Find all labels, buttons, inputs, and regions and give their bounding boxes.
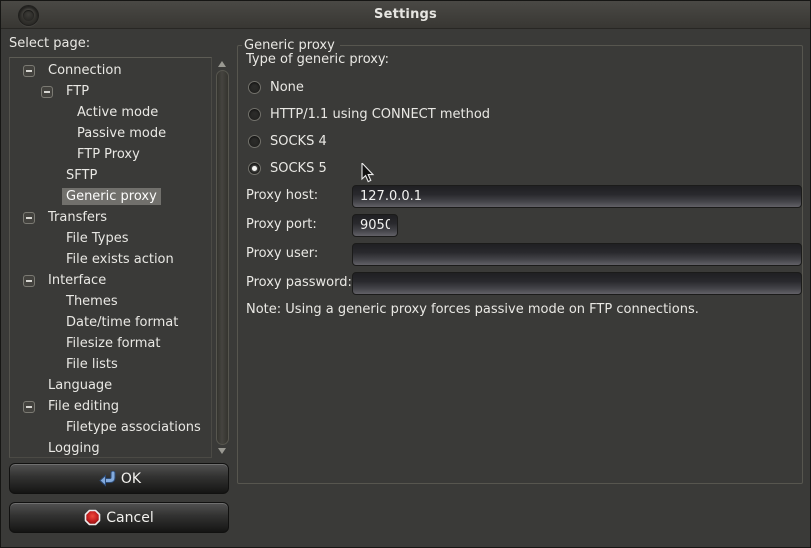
proxy-password-input[interactable] xyxy=(352,272,802,295)
proxy-password-row: Proxy password: xyxy=(238,272,802,295)
tree-item-logging[interactable]: Logging xyxy=(10,438,211,458)
tree-item-active-mode[interactable]: Active mode xyxy=(10,102,211,123)
radio-icon[interactable] xyxy=(248,81,261,94)
select-page-label: Select page: xyxy=(9,36,90,51)
tree-item-datetime-format[interactable]: Date/time format xyxy=(10,312,211,333)
tree-item-sftp[interactable]: SFTP xyxy=(10,165,211,186)
tree-item-file-types[interactable]: File Types xyxy=(10,228,211,249)
generic-proxy-group: Generic proxy Type of generic proxy: Non… xyxy=(237,45,803,484)
settings-window: Settings Select page: Connection FTP Act… xyxy=(0,0,811,548)
tree-item-connection[interactable]: Connection xyxy=(10,60,211,81)
proxy-port-row: Proxy port: xyxy=(238,214,802,237)
proxy-note: Note: Using a generic proxy forces passi… xyxy=(246,302,699,317)
proxy-port-input[interactable] xyxy=(352,214,398,237)
proxy-user-input[interactable] xyxy=(352,243,802,266)
scroll-down-arrow-icon[interactable] xyxy=(218,448,226,454)
tree-item-file-editing[interactable]: File editing xyxy=(10,396,211,417)
radio-socks4[interactable]: SOCKS 4 xyxy=(248,132,327,150)
radio-icon[interactable] xyxy=(248,135,261,148)
proxy-host-row: Proxy host: xyxy=(238,185,802,208)
radio-icon[interactable] xyxy=(248,108,261,121)
proxy-host-label: Proxy host: xyxy=(246,188,318,203)
stop-icon xyxy=(84,509,101,526)
scrollbar-thumb[interactable] xyxy=(216,70,229,445)
ok-button-label: OK xyxy=(121,471,141,487)
titlebar[interactable]: Settings xyxy=(1,1,810,29)
page-tree-container: Connection FTP Active mode Passive mode … xyxy=(9,57,230,458)
page-tree: Connection FTP Active mode Passive mode … xyxy=(9,57,212,458)
tree-item-interface[interactable]: Interface xyxy=(10,270,211,291)
tree-item-ftp[interactable]: FTP xyxy=(10,81,211,102)
cancel-button-label: Cancel xyxy=(106,510,153,526)
radio-label: None xyxy=(270,80,304,95)
cancel-button[interactable]: Cancel xyxy=(9,502,229,533)
collapse-icon[interactable] xyxy=(23,212,35,224)
tree-item-file-exists-action[interactable]: File exists action xyxy=(10,249,211,270)
proxy-user-label: Proxy user: xyxy=(246,246,318,261)
radio-label: SOCKS 5 xyxy=(270,161,327,176)
radio-icon-selected[interactable] xyxy=(248,162,261,175)
radio-none[interactable]: None xyxy=(248,78,304,96)
proxy-host-input[interactable] xyxy=(352,185,802,208)
tree-item-transfers[interactable]: Transfers xyxy=(10,207,211,228)
tree-item-ftp-proxy[interactable]: FTP Proxy xyxy=(10,144,211,165)
tree-item-themes[interactable]: Themes xyxy=(10,291,211,312)
collapse-icon[interactable] xyxy=(23,65,35,77)
tree-item-language[interactable]: Language xyxy=(10,375,211,396)
window-title: Settings xyxy=(1,1,810,29)
tree-item-filesize-format[interactable]: Filesize format xyxy=(10,333,211,354)
tree-item-passive-mode[interactable]: Passive mode xyxy=(10,123,211,144)
tree-scrollbar[interactable] xyxy=(214,57,230,458)
tree-item-file-lists[interactable]: File lists xyxy=(10,354,211,375)
tree-item-generic-proxy[interactable]: Generic proxy xyxy=(10,186,211,207)
tree-item-filetype-associations[interactable]: Filetype associations xyxy=(10,417,211,438)
collapse-icon[interactable] xyxy=(23,275,35,287)
radio-http-connect[interactable]: HTTP/1.1 using CONNECT method xyxy=(248,105,490,123)
proxy-user-row: Proxy user: xyxy=(238,243,802,266)
radio-label: SOCKS 4 xyxy=(270,134,327,149)
collapse-icon[interactable] xyxy=(41,86,53,98)
collapse-icon[interactable] xyxy=(23,401,35,413)
scroll-up-arrow-icon[interactable] xyxy=(218,61,226,67)
ok-button[interactable]: OK xyxy=(9,463,229,494)
radio-label: HTTP/1.1 using CONNECT method xyxy=(270,107,490,122)
proxy-password-label: Proxy password: xyxy=(246,275,352,290)
radio-socks5[interactable]: SOCKS 5 xyxy=(248,159,327,177)
proxy-port-label: Proxy port: xyxy=(246,217,317,232)
enter-arrow-icon xyxy=(97,471,116,487)
proxy-type-label: Type of generic proxy: xyxy=(246,52,389,67)
